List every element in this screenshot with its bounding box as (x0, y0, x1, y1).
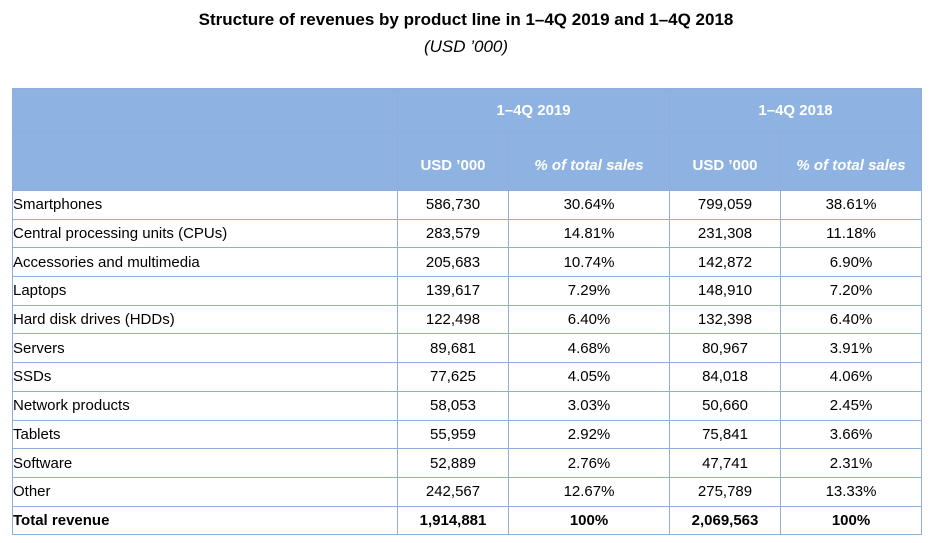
row-label: Smartphones (12, 190, 398, 220)
cell-v2019: 242,567 (397, 476, 509, 507)
cell-p2019: 100% (507, 505, 671, 536)
cell-v2018: 275,789 (669, 476, 782, 507)
cell-p2018: 4.06% (780, 362, 923, 392)
cell-v2018: 142,872 (669, 247, 782, 278)
cell-p2018: 2.45% (780, 390, 923, 421)
cell-v2019: 55,959 (397, 419, 509, 450)
row-label: Tablets (12, 419, 398, 450)
cell-v2019: 122,498 (397, 304, 509, 335)
table-row: Smartphones 586,730 30.64% 799,059 38.61% (12, 190, 923, 220)
row-label: Central processing units (CPUs) (12, 218, 398, 249)
cell-p2018: 11.18% (780, 218, 923, 249)
table-row: Laptops 139,617 7.29% 148,910 7.20% (12, 276, 923, 306)
table-row: Software 52,889 2.76% 47,741 2.31% (12, 448, 923, 478)
cell-p2019: 7.29% (507, 276, 671, 306)
row-label: Software (12, 448, 398, 478)
row-label: Other (12, 476, 398, 507)
period-header-2018: 1–4Q 2018 (669, 88, 923, 132)
cell-p2019: 4.05% (507, 362, 671, 392)
cell-v2018: 47,741 (669, 448, 782, 478)
row-label: Total revenue (12, 505, 398, 536)
cell-v2019: 52,889 (397, 448, 509, 478)
revenue-table: 1–4Q 2019 1–4Q 2018 USD ’000 % of total … (12, 88, 923, 536)
row-label: Network products (12, 390, 398, 421)
table-row: Accessories and multimedia 205,683 10.74% 1… (12, 247, 923, 278)
cell-p2019: 30.64% (507, 190, 671, 220)
cell-v2018: 50,660 (669, 390, 782, 421)
cell-v2019: 139,617 (397, 276, 509, 306)
row-label: SSDs (12, 362, 398, 392)
cell-p2018: 7.20% (780, 276, 923, 306)
table-row: SSDs 77,625 4.05% 84,018 4.06% (12, 362, 923, 392)
cell-v2019: 205,683 (397, 247, 509, 278)
cell-p2018: 6.90% (780, 247, 923, 278)
cell-v2019: 77,625 (397, 362, 509, 392)
cell-v2018: 2,069,563 (669, 505, 782, 536)
column-header-pct-2018: % of total sales (780, 131, 923, 191)
table-row: Network products 58,053 3.03% 50,660 2.45% (12, 390, 923, 421)
cell-v2018: 148,910 (669, 276, 782, 306)
cell-v2018: 75,841 (669, 419, 782, 450)
cell-p2019: 2.92% (507, 419, 671, 450)
cell-p2019: 2.76% (507, 448, 671, 478)
cell-p2018: 13.33% (780, 476, 923, 507)
column-header-pct-2019: % of total sales (507, 131, 671, 191)
cell-v2019: 586,730 (397, 190, 509, 220)
period-header-row: 1–4Q 2019 1–4Q 2018 (12, 88, 923, 132)
table-row: Other 242,567 12.67% 275,789 13.33% (12, 476, 923, 507)
cell-v2018: 80,967 (669, 333, 782, 364)
row-label: Laptops (12, 276, 398, 306)
table-body: Smartphones 586,730 30.64% 799,059 38.61% Cen… (12, 190, 923, 536)
cell-v2019: 1,914,881 (397, 505, 509, 536)
cell-p2019: 14.81% (507, 218, 671, 249)
column-header-row: USD ’000 % of total sales USD ’000 % of … (12, 131, 923, 191)
cell-p2018: 3.66% (780, 419, 923, 450)
column-header-usd-2018: USD ’000 (669, 131, 782, 191)
cell-v2018: 84,018 (669, 362, 782, 392)
cell-v2018: 231,308 (669, 218, 782, 249)
cell-p2018: 2.31% (780, 448, 923, 478)
cell-p2018: 3.91% (780, 333, 923, 364)
cell-p2019: 6.40% (507, 304, 671, 335)
cell-v2018: 799,059 (669, 190, 782, 220)
cell-v2019: 283,579 (397, 218, 509, 249)
cell-p2018: 6.40% (780, 304, 923, 335)
page-title: Structure of revenues by product line in… (198, 10, 734, 29)
cell-p2018: 38.61% (780, 190, 923, 220)
cell-v2019: 89,681 (397, 333, 509, 364)
blank-header-cell (12, 131, 398, 191)
cell-v2019: 58,053 (397, 390, 509, 421)
table-row: Hard disk drives (HDDs) 122,498 6.40% 132,3… (12, 304, 923, 335)
table-row: Central processing units (CPUs) 283,579 14… (12, 218, 923, 249)
table-row: Tablets 55,959 2.92% 75,841 3.66% (12, 419, 923, 450)
period-header-2019: 1–4Q 2019 (396, 88, 671, 132)
row-label: Servers (12, 333, 398, 364)
blank-header-cell (12, 88, 398, 132)
cell-p2019: 4.68% (507, 333, 671, 364)
column-header-usd-2019: USD ’000 (397, 131, 509, 191)
total-row: Total revenue 1,914,881 100% 2,069,563 100% (12, 505, 923, 536)
cell-p2019: 3.03% (507, 390, 671, 421)
cell-p2018: 100% (780, 505, 923, 536)
row-label: Accessories and multimedia (12, 247, 398, 278)
row-label: Hard disk drives (HDDs) (12, 304, 398, 335)
cell-v2018: 132,398 (669, 304, 782, 335)
cell-p2019: 10.74% (507, 247, 671, 278)
table-row: Servers 89,681 4.68% 80,967 3.91% (12, 333, 923, 364)
cell-p2019: 12.67% (507, 476, 671, 507)
page-subtitle: (USD ’000) (423, 37, 509, 56)
